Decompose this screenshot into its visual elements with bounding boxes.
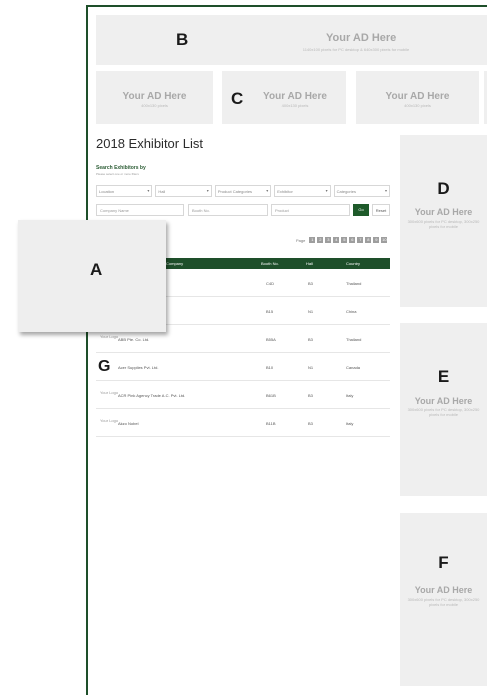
column-country[interactable]: Country [346, 261, 360, 266]
company-logo: Your Logo [100, 390, 119, 395]
filter-exhibitor-select[interactable]: Exhibitor ▾ [274, 185, 331, 197]
chevron-down-icon: ▾ [385, 188, 388, 193]
company-name[interactable]: ACR Pink Agency Trade A.C. Pvt. Ltd. [118, 393, 185, 398]
search-heading: Search Exhibitors by [96, 165, 146, 171]
search-row: Company Name Booth No. Product Go Reset [96, 204, 390, 218]
page-button[interactable]: 6 [349, 237, 356, 243]
company-name[interactable]: Acer Supplies Pvt. Ltd. [118, 365, 158, 370]
ad-title: Your AD Here [326, 32, 397, 44]
ad-side-d[interactable]: D Your AD Here 300x600 pixels for PC des… [400, 135, 487, 307]
ad-size-note: 300x600 pixels for PC desktop, 300x250 p… [407, 219, 480, 229]
reset-button[interactable]: Reset [372, 204, 390, 216]
product-input[interactable]: Product [271, 204, 350, 216]
pagination: Page 1 2 3 4 5 6 7 8 9 10 [296, 236, 388, 244]
page-button[interactable]: 4 [333, 237, 340, 243]
page-button[interactable]: 5 [341, 237, 348, 243]
table-row[interactable]: Your Logo ACR Pink Agency Trade A.C. Pvt… [96, 381, 390, 409]
label-a: A [90, 260, 103, 279]
ad-small-c[interactable]: C Your AD Here 400x130 pixels [222, 71, 346, 124]
country: Canada [346, 365, 361, 370]
label-e: E [437, 367, 450, 386]
hall: N1 [308, 365, 314, 370]
filter-row: Location ▾ Hall ▾ Product Categories ▾ Exhi… [96, 185, 391, 199]
ad-title: Your AD Here [414, 207, 473, 217]
column-hall[interactable]: Hall [306, 261, 313, 266]
hall: B3 [308, 337, 313, 342]
ad-title: Your AD Here [385, 91, 450, 102]
booth-number-input[interactable]: Booth No. [188, 204, 268, 216]
go-button[interactable]: Go [353, 204, 369, 216]
filter-product-categories-select[interactable]: Product Categories ▾ [214, 185, 272, 197]
label-f: F [438, 553, 449, 572]
ad-small-1[interactable]: Your AD Here 400x130 pixels [96, 71, 213, 124]
country: Italy [346, 393, 354, 398]
column-booth[interactable]: Booth No. [261, 261, 279, 266]
chevron-down-icon: ▾ [325, 188, 328, 193]
ad-title: Your AD Here [122, 91, 187, 102]
table-row[interactable]: Your Logo Akzo Nobel B11B B3 Italy [96, 409, 390, 437]
booth-number: B15 [266, 309, 274, 314]
ad-size-note: 400x130 pixels [141, 103, 168, 108]
page-button[interactable]: 10 [381, 237, 388, 243]
booth-number: B10 [266, 365, 274, 370]
page-button[interactable]: 1 [309, 237, 316, 243]
hall: B3 [308, 281, 313, 286]
chevron-down-icon: ▾ [266, 188, 269, 193]
ad-side-f[interactable]: F Your AD Here 300x600 pixels for PC des… [400, 513, 487, 686]
ad-small-3[interactable]: Your AD Here 400x130 pixels [356, 71, 479, 124]
ad-size-note: 300x600 pixels for PC desktop, 300x250 p… [407, 407, 480, 417]
label-b: B [176, 30, 189, 49]
label-d: D [437, 179, 450, 198]
label-g: G [98, 358, 111, 375]
hall: B3 [308, 421, 313, 426]
ad-size-note: 1140x100 pixels for PC desktop & 640x300… [302, 47, 410, 52]
booth-number: B11B [266, 421, 276, 426]
page-button[interactable]: 7 [357, 237, 364, 243]
booth-number: C4D [266, 281, 275, 286]
ad-size-note: 300x600 pixels for PC desktop, 300x250 p… [407, 597, 480, 607]
page-title: 2018 Exhibitor List [96, 136, 203, 151]
country: Thailand [346, 281, 362, 286]
page-button[interactable]: 8 [365, 237, 372, 243]
chevron-down-icon: ▾ [147, 188, 150, 193]
filter-categories-select[interactable]: Categories ▾ [333, 185, 391, 197]
pager-label: Page [296, 237, 306, 243]
booth-number: B61B [266, 393, 276, 398]
ad-title: Your AD Here [263, 91, 327, 102]
company-logo: Your Logo [100, 334, 119, 339]
hall: N1 [308, 309, 314, 314]
country: Thailand [346, 337, 362, 342]
label-c: C [231, 89, 244, 108]
floating-ad-a[interactable]: A [18, 220, 166, 332]
page-button[interactable]: 9 [373, 237, 380, 243]
company-logo: Your Logo [100, 418, 119, 423]
company-name[interactable]: Akzo Nobel [118, 421, 138, 426]
company-name[interactable]: ABB Pte. Co. Ltd. [118, 337, 149, 342]
company-name-input[interactable]: Company Name [96, 204, 184, 216]
ad-title: Your AD Here [414, 396, 473, 406]
ad-size-note: 400x130 pixels [281, 103, 309, 108]
filter-hall-select[interactable]: Hall ▾ [155, 185, 212, 197]
booth-number: B55A [266, 337, 276, 342]
country: China [346, 309, 357, 314]
page-button[interactable]: 2 [317, 237, 324, 243]
table-row[interactable]: Acer Supplies Pvt. Ltd. B10 N1 Canada [96, 353, 390, 381]
filter-location-select[interactable]: Location ▾ [96, 185, 153, 197]
search-subheading: Please select one or more filters [96, 172, 139, 176]
ad-title: Your AD Here [414, 585, 473, 595]
page-button[interactable]: 3 [325, 237, 332, 243]
hall: B3 [308, 393, 313, 398]
country: Italy [346, 421, 354, 426]
ad-side-e[interactable]: E Your AD Here 300x600 pixels for PC des… [400, 323, 487, 496]
ad-banner-b[interactable]: B Your AD Here 1140x100 pixels for PC de… [96, 15, 487, 65]
chevron-down-icon: ▾ [206, 188, 209, 193]
ad-size-note: 400x130 pixels [404, 103, 431, 108]
column-company[interactable]: Company [166, 261, 183, 266]
